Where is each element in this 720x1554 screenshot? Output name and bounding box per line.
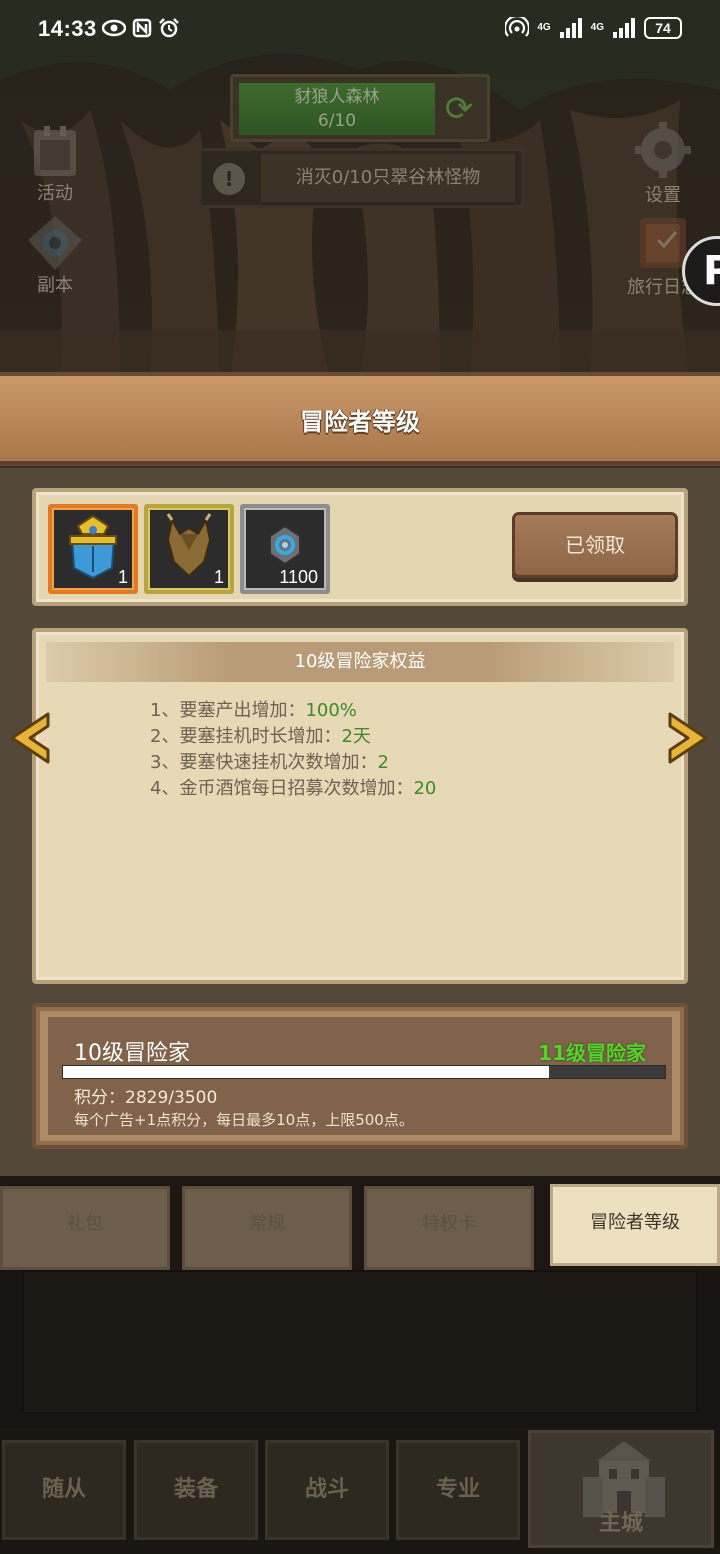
benefit-item: 3、要塞快速挂机次数增加：2 (150, 750, 436, 776)
benefit-text: 4、金币酒馆每日招募次数增加： (150, 778, 414, 799)
tab-gift-pack[interactable]: 礼包 (0, 1186, 170, 1270)
status-time: 14:33 (38, 16, 97, 41)
reward-count: 1 (117, 567, 128, 587)
empty-content-area (0, 1270, 720, 1428)
benefits-list: 1、要塞产出增加：100% 2、要塞挂机时长增加：2天 3、要塞快速挂机次数增加… (150, 698, 436, 802)
signal-icon-2 (613, 18, 635, 38)
benefit-value: 20 (413, 778, 437, 799)
stage-name: 豺狼人森林 (294, 87, 380, 107)
nfc-icon (132, 18, 152, 38)
network-type-2: 4G (590, 22, 604, 33)
status-system: 4G 4G 74 (505, 17, 682, 39)
modal-header: 冒险者等级 (0, 372, 720, 466)
reward-item[interactable]: 1 (144, 504, 234, 594)
event-button[interactable]: 活动 (10, 122, 100, 205)
progress-bar-fill (63, 1066, 550, 1078)
benefit-value: 100% (305, 700, 357, 721)
stage-progress: 6/10 (317, 111, 357, 131)
status-notifications (102, 18, 180, 38)
reward-item[interactable]: 1 (48, 504, 138, 594)
dungeon-label: 副本 (37, 275, 73, 296)
prev-level-arrow-icon[interactable] (4, 710, 54, 766)
level-progress-panel: 10级冒险家 11级冒险家 积分：2829/3500 每个广告+1点积分，每日最… (32, 1003, 688, 1149)
benefit-text: 1、要塞产出增加： (150, 700, 306, 721)
network-type-1: 4G (537, 22, 551, 33)
nav-main-city[interactable]: 主城 (528, 1430, 714, 1548)
gear-icon (635, 122, 691, 178)
nav-main-city-label: 主城 (598, 1511, 643, 1536)
tab-adventurer-level[interactable]: 冒险者等级 (550, 1184, 720, 1266)
benefit-text: 2、要塞挂机时长增加： (150, 726, 342, 747)
benefit-item: 2、要塞挂机时长增加：2天 (150, 724, 436, 750)
hotspot-icon (505, 17, 530, 37)
next-level: 11级冒险家 (538, 1041, 646, 1065)
benefits-title: 10级冒险家权益 (294, 651, 426, 672)
eye-icon (102, 19, 126, 37)
reward-count: 1100 (279, 567, 318, 587)
benefit-value: 2天 (341, 726, 371, 747)
quest-text: 消灭0/10只翠谷林怪物 (261, 154, 515, 202)
nav-followers[interactable]: 随从 (2, 1440, 126, 1540)
points-text: 积分：2829/3500 (74, 1088, 218, 1108)
refresh-icon[interactable]: ⟳ (439, 87, 479, 131)
dungeon-button[interactable]: 副本 (10, 212, 100, 297)
calendar-icon (34, 126, 76, 176)
stage-indicator[interactable]: 豺狼人森林 6/10 ⟳ (230, 74, 490, 142)
alarm-icon (159, 18, 179, 38)
status-bar: 14:33 4G 4G 74 (0, 0, 720, 58)
next-level-arrow-icon[interactable] (664, 710, 714, 766)
reward-count: 1 (213, 567, 224, 587)
benefits-panel: 10级冒险家权益 1、要塞产出增加：100% 2、要塞挂机时长增加：2天 3、要… (32, 628, 688, 984)
claimed-button[interactable]: 已领取 (512, 512, 678, 578)
bottom-navigation: 随从 装备 战斗 专业 主城 (0, 1428, 720, 1554)
nav-equipment[interactable]: 装备 (134, 1440, 258, 1540)
stage-info: 豺狼人森林 6/10 (239, 83, 435, 135)
reward-panel: 1 1 1100 已领取 (32, 488, 688, 606)
portal-icon (28, 216, 82, 270)
signal-icon (559, 18, 582, 38)
ad-points-note: 每个广告+1点积分，每日最多10点，上限500点。 (74, 1111, 414, 1129)
tab-privilege-card[interactable]: 特权卡 (364, 1186, 534, 1270)
benefit-item: 4、金币酒馆每日招募次数增加：20 (150, 776, 436, 802)
settings-button[interactable]: 设置 (618, 120, 708, 207)
nav-battle[interactable]: 战斗 (265, 1440, 389, 1540)
gem-stone-icon (269, 524, 301, 566)
nav-profession[interactable]: 专业 (396, 1440, 520, 1540)
progress-bar (62, 1065, 666, 1079)
reward-item[interactable]: 1100 (240, 504, 330, 594)
quest-tracker[interactable]: ! 消灭0/10只翠谷林怪物 (198, 148, 524, 208)
tab-regular[interactable]: 常规 (182, 1186, 352, 1270)
modal-title: 冒险者等级 (300, 408, 420, 436)
battery-level: 74 (644, 17, 682, 39)
benefit-text: 3、要塞快速挂机次数增加： (150, 752, 378, 773)
benefit-item: 1、要塞产出增加：100% (150, 698, 436, 724)
benefits-title-bar: 10级冒险家权益 (46, 642, 674, 682)
settings-label: 设置 (645, 185, 681, 206)
current-level: 10级冒险家 (74, 1041, 190, 1066)
benefit-value: 2 (377, 752, 389, 773)
alert-icon: ! (213, 163, 245, 195)
